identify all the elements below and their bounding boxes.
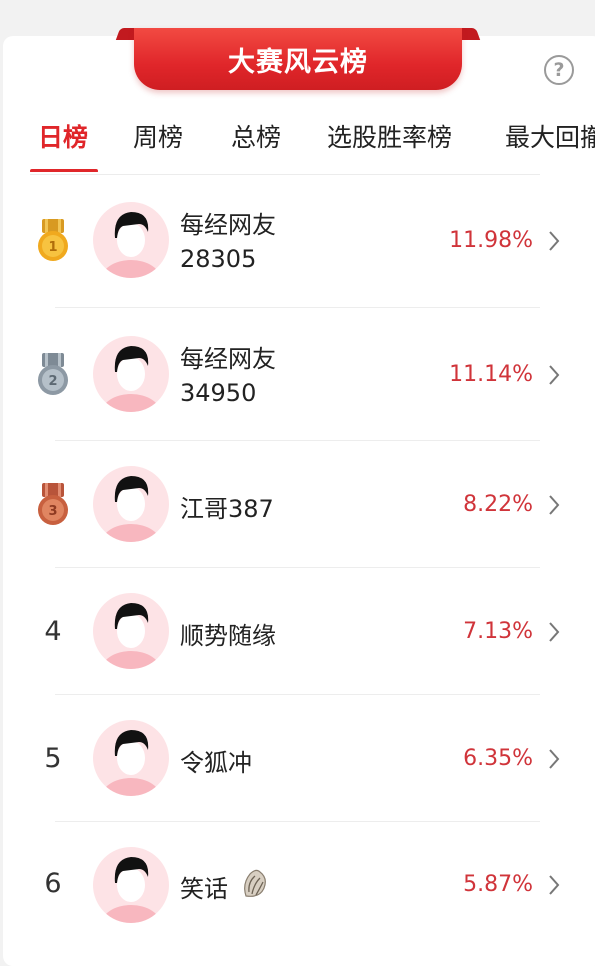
user-name-suffix: 34950 (180, 379, 257, 407)
return-percent: 11.14% (449, 362, 533, 387)
svg-text:1: 1 (48, 240, 57, 255)
return-percent: 11.98% (449, 228, 533, 253)
return-percent: 8.22% (463, 492, 533, 517)
tab-weekly[interactable]: 周榜 (133, 118, 183, 154)
user-name: 笑话 (180, 875, 228, 903)
help-icon[interactable]: ? (544, 55, 574, 85)
ranking-row[interactable]: 3 江哥387 8.22% (0, 441, 595, 567)
ranking-row[interactable]: 2 每经网友 34950 11.14% (0, 308, 595, 440)
return-percent: 7.13% (463, 619, 533, 644)
ribbon: 大赛风云榜 (134, 28, 462, 90)
rank-number: 4 (44, 616, 62, 647)
user-name: 顺势随缘 (180, 622, 276, 650)
return-percent: 6.35% (463, 746, 533, 771)
bronze-medal-icon: 3 (38, 483, 68, 525)
avatar[interactable] (93, 847, 169, 923)
tab-stock-win-rate[interactable]: 选股胜率榜 (327, 118, 452, 154)
tab-max-drawdown[interactable]: 最大回撤 (505, 118, 595, 154)
chevron-right-icon (549, 495, 560, 515)
ranking-row[interactable]: 4 顺势随缘 7.13% (0, 568, 595, 694)
active-tab-indicator (30, 169, 98, 172)
avatar[interactable] (93, 202, 169, 278)
gold-medal-icon: 1 (38, 219, 68, 261)
chevron-right-icon (549, 622, 560, 642)
tab-bar: 日榜 周榜 总榜 选股胜率榜 最大回撤 (0, 110, 595, 172)
rank-number: 5 (44, 743, 62, 774)
avatar[interactable] (93, 336, 169, 412)
ranking-row[interactable]: 1 每经网友 28305 11.98% (0, 175, 595, 307)
user-name: 江哥387 (180, 495, 274, 523)
conch-shell-icon (244, 869, 266, 897)
avatar[interactable] (93, 720, 169, 796)
chevron-right-icon (549, 365, 560, 385)
svg-text:3: 3 (48, 504, 57, 519)
user-name-suffix: 28305 (180, 245, 257, 273)
avatar[interactable] (93, 593, 169, 669)
user-name: 令狐冲 (180, 749, 252, 777)
avatar[interactable] (93, 466, 169, 542)
chevron-right-icon (549, 231, 560, 251)
user-name: 每经网友 (180, 345, 276, 373)
return-percent: 5.87% (463, 872, 533, 897)
banner-title: 大赛风云榜 (228, 46, 368, 78)
chevron-right-icon (549, 875, 560, 895)
tab-total[interactable]: 总榜 (231, 118, 281, 154)
rank-number: 6 (44, 868, 62, 899)
ranking-row[interactable]: 5 令狐冲 6.35% (0, 695, 595, 821)
svg-text:2: 2 (48, 374, 57, 389)
banner: 大赛风云榜 (115, 28, 481, 92)
ranking-row[interactable]: 6 笑话 5.87% (0, 822, 595, 947)
tab-daily[interactable]: 日榜 (38, 118, 88, 154)
user-name: 每经网友 (180, 211, 276, 239)
chevron-right-icon (549, 749, 560, 769)
silver-medal-icon: 2 (38, 353, 68, 395)
